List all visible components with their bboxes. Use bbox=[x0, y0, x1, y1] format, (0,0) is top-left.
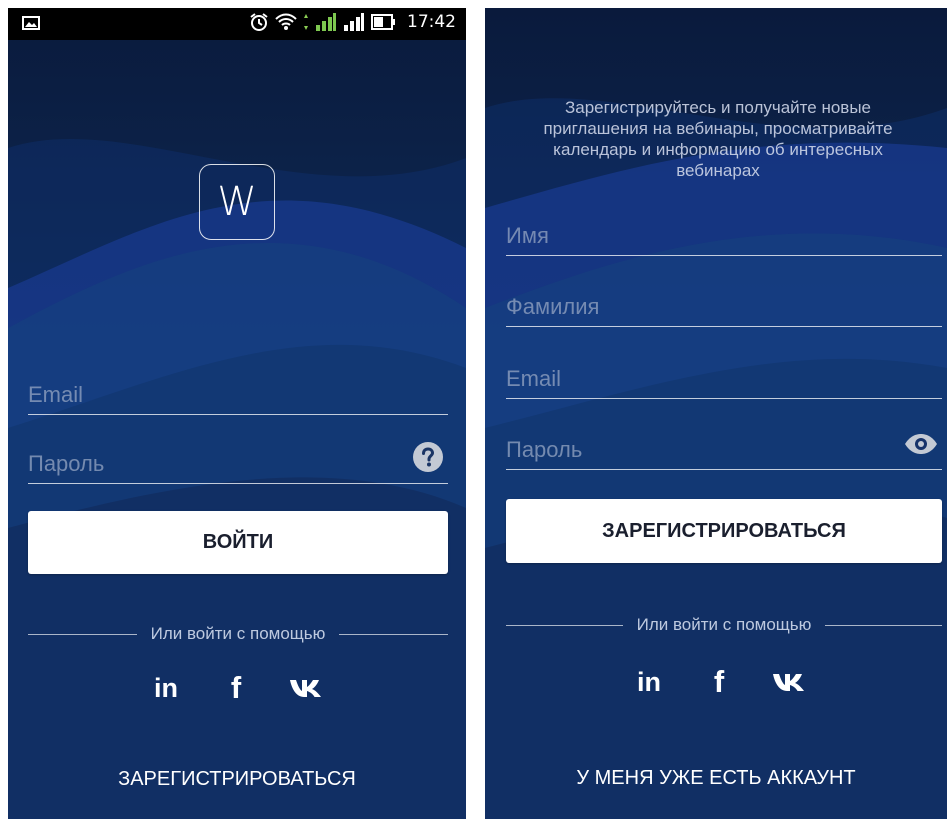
signal-icon-sim1 bbox=[316, 13, 336, 31]
register-screen: Зарегистрируйтесь и получайте новые приг… bbox=[485, 8, 947, 819]
facebook-icon[interactable]: f bbox=[699, 662, 739, 702]
email-input[interactable] bbox=[28, 382, 385, 408]
first-name-input[interactable] bbox=[506, 223, 877, 249]
logo-letter: W bbox=[217, 179, 257, 225]
login-button[interactable]: ВОЙТИ bbox=[28, 511, 448, 574]
linkedin-icon[interactable]: in bbox=[629, 662, 669, 702]
register-link[interactable]: ЗАРЕГИСТРИРОВАТЬСЯ bbox=[8, 768, 466, 791]
social-divider: Или войти с помощью bbox=[28, 622, 448, 646]
vk-icon[interactable] bbox=[769, 662, 809, 702]
data-arrows-icon bbox=[304, 14, 308, 30]
social-buttons: in f bbox=[146, 668, 326, 708]
divider-text: Или войти с помощью bbox=[150, 624, 326, 643]
question-circle-icon[interactable] bbox=[412, 441, 444, 473]
last-name-input[interactable] bbox=[506, 294, 877, 320]
email-field[interactable] bbox=[506, 342, 942, 399]
email-field[interactable] bbox=[28, 361, 448, 415]
social-divider: Или войти с помощью bbox=[506, 613, 942, 637]
social-buttons: in f bbox=[629, 662, 809, 702]
wifi-icon bbox=[275, 13, 297, 30]
login-screen: 17:42 W ВОЙТИ Или войти с помощью in f З… bbox=[8, 8, 466, 819]
vk-glyph bbox=[290, 680, 321, 697]
email-input[interactable] bbox=[506, 366, 877, 392]
register-intro-text: Зарегистрируйтесь и получайте новые приг… bbox=[543, 98, 893, 180]
divider-line-left bbox=[506, 624, 623, 626]
divider-line-right bbox=[825, 624, 942, 626]
linkedin-icon[interactable]: in bbox=[146, 668, 186, 708]
facebook-icon[interactable]: f bbox=[216, 668, 256, 708]
divider-line-right bbox=[339, 633, 448, 635]
signal-icon-sim2 bbox=[344, 13, 364, 31]
vk-glyph bbox=[773, 674, 804, 691]
alarm-icon bbox=[250, 13, 268, 31]
eye-icon[interactable] bbox=[904, 433, 938, 455]
status-time: 17:42 bbox=[407, 12, 456, 32]
have-account-link[interactable]: У МЕНЯ УЖЕ ЕСТЬ АККАУНТ bbox=[485, 767, 947, 790]
app-logo: W bbox=[199, 164, 275, 240]
password-input[interactable] bbox=[28, 451, 385, 477]
password-input[interactable] bbox=[506, 437, 877, 463]
status-bar: 17:42 bbox=[8, 8, 466, 40]
battery-icon bbox=[371, 14, 395, 30]
register-button[interactable]: ЗАРЕГИСТРИРОВАТЬСЯ bbox=[506, 499, 942, 563]
divider-text: Или войти с помощью bbox=[636, 615, 812, 634]
password-field[interactable] bbox=[506, 413, 942, 470]
password-field[interactable] bbox=[28, 430, 448, 484]
last-name-field[interactable] bbox=[506, 271, 942, 327]
divider-line-left bbox=[28, 633, 137, 635]
first-name-field[interactable] bbox=[506, 200, 942, 256]
vk-icon[interactable] bbox=[286, 668, 326, 708]
image-notification-icon bbox=[22, 16, 40, 30]
